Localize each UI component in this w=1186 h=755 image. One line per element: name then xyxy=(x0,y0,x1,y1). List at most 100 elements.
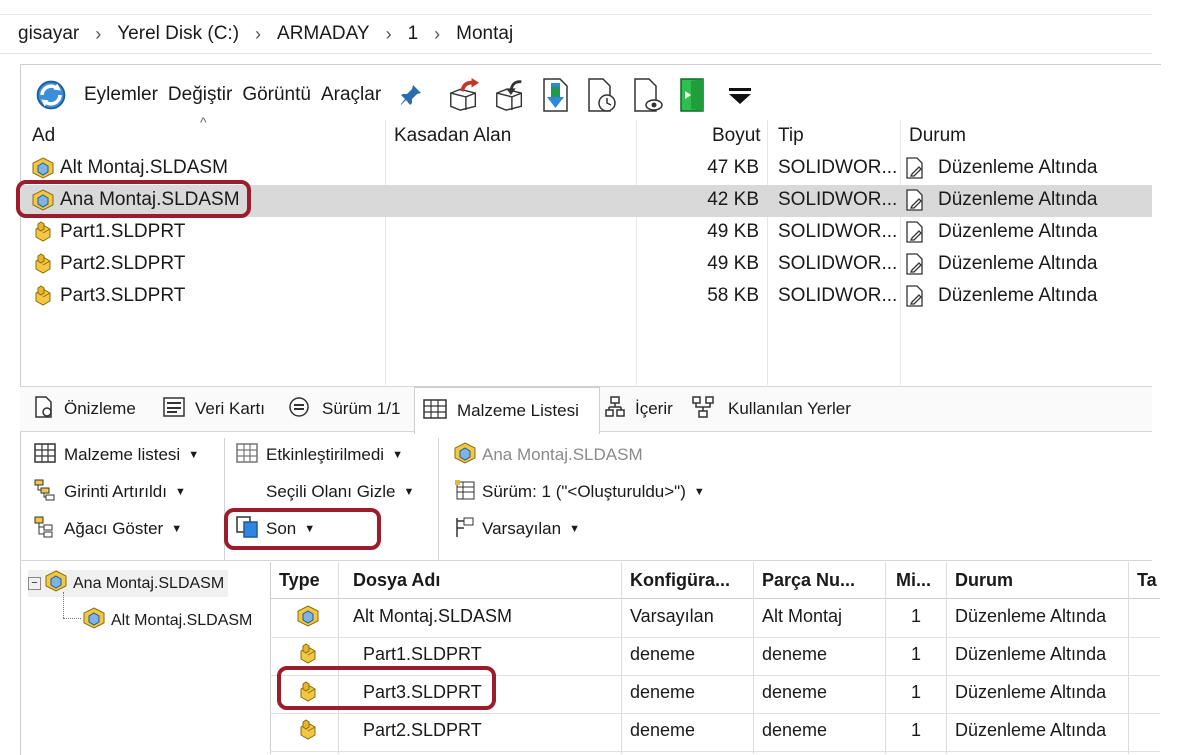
preview-icon[interactable] xyxy=(631,77,665,113)
bom-part-number: deneme xyxy=(762,720,828,740)
part-icon xyxy=(297,719,319,746)
bom-icon xyxy=(423,398,447,425)
caret-down-icon: ▼ xyxy=(693,486,705,498)
file-type: SOLIDWOR... xyxy=(778,253,898,274)
tree-root[interactable]: − Ana Montaj.SLDASM xyxy=(28,570,229,597)
file-row[interactable]: Part2.SLDPRT 49 KB SOLIDWOR... Düzenleme Al… xyxy=(20,249,1152,281)
bom-header-file-name[interactable]: Dosya Adı xyxy=(353,562,613,598)
bom-header-state[interactable]: Durum xyxy=(955,562,1125,598)
bom-header-type[interactable]: Type xyxy=(279,562,339,598)
bom-part-number: Alt Montaj xyxy=(762,606,843,626)
caret-down-icon: ▼ xyxy=(392,449,403,461)
tab-bom[interactable]: Malzeme Listesi xyxy=(414,386,600,434)
menu-view[interactable]: Görüntü xyxy=(242,84,311,106)
tree-root-label: Ana Montaj.SLDASM xyxy=(73,574,225,592)
divider xyxy=(20,560,1152,561)
breadcrumb-item[interactable]: ARMADAY xyxy=(271,23,376,45)
show-tree-dropdown[interactable]: Ağacı Göster ▼ xyxy=(34,516,182,542)
version-dropdown[interactable]: Sürüm: 1 ("<Oluşturuldu>") ▼ xyxy=(454,479,705,505)
tab-bar: Önizleme Veri Kartı Sürüm 1/1 Malzeme Li… xyxy=(20,386,1152,434)
column-header-checked-out-by[interactable]: Kasadan Alan xyxy=(394,125,511,147)
file-type: SOLIDWOR... xyxy=(778,189,898,210)
breadcrumb-item[interactable]: Yerel Disk (C:) xyxy=(111,23,245,45)
bom-header-extra[interactable]: Ta xyxy=(1137,562,1157,598)
configuration-icon xyxy=(454,516,476,543)
indent-dropdown[interactable]: Girinti Artırıldı ▼ xyxy=(34,479,186,505)
check-in-icon[interactable] xyxy=(493,77,527,113)
breadcrumb-item[interactable]: gisayar xyxy=(0,23,85,45)
assembly-icon xyxy=(32,157,54,179)
checked-out-document-icon xyxy=(904,253,926,275)
bom-quantity: 1 xyxy=(911,682,922,702)
bom-row[interactable]: Alt Montaj.SLDASM Varsayılan Alt Montaj 1 Dü… xyxy=(270,599,1160,638)
tab-version[interactable]: Sürüm 1/1 xyxy=(288,387,400,431)
file-name-readout: Ana Montaj.SLDASM xyxy=(454,441,643,468)
file-row[interactable]: Part1.SLDPRT 49 KB SOLIDWOR... Düzenleme Al… xyxy=(20,217,1152,249)
configuration-label: Varsayılan xyxy=(482,519,562,538)
bom-header-configuration[interactable]: Konfigüra... xyxy=(630,562,750,598)
column-header-type[interactable]: Tip xyxy=(778,125,804,147)
tree-child[interactable]: Alt Montaj.SLDASM xyxy=(83,607,252,634)
indent-label: Girinti Artırıldı xyxy=(64,482,167,501)
highlight-box xyxy=(277,666,496,710)
menu-actions[interactable]: Eylemler xyxy=(84,84,158,106)
checked-out-document-icon xyxy=(904,285,926,307)
assembly-icon xyxy=(83,607,105,634)
file-name: Alt Montaj.SLDASM xyxy=(60,157,228,178)
tab-preview[interactable]: Önizleme xyxy=(34,387,136,431)
get-version-icon[interactable] xyxy=(585,77,619,113)
tab-where-used[interactable]: Kullanılan Yerler xyxy=(692,387,851,431)
hide-selected-label: Seçili Olanı Gizle xyxy=(266,482,396,501)
breadcrumb-item[interactable]: Montaj xyxy=(450,23,519,45)
bom-state: Düzenleme Altında xyxy=(955,682,1107,702)
menu-tools[interactable]: Araçlar xyxy=(321,84,381,106)
bom-row[interactable]: Part2.SLDPRT deneme deneme 1 Düzenleme Altın… xyxy=(270,713,1160,752)
caret-down-icon: ▼ xyxy=(171,523,183,535)
checked-out-document-icon xyxy=(904,221,926,243)
exit-icon[interactable] xyxy=(677,77,711,113)
check-out-icon[interactable] xyxy=(447,77,481,113)
collapse-icon[interactable]: − xyxy=(28,577,41,590)
column-header-state[interactable]: Durum xyxy=(909,125,966,147)
where-used-icon xyxy=(692,395,714,423)
bom-file-name: Part2.SLDPRT xyxy=(363,720,482,740)
tree-icon xyxy=(34,516,56,543)
breadcrumb: gisayar › Yerel Disk (C:) › ARMADAY › 1 … xyxy=(0,14,1152,54)
part-icon xyxy=(32,253,54,275)
show-tree-label: Ağacı Göster xyxy=(64,519,164,538)
contains-icon xyxy=(605,395,625,423)
checked-out-document-icon xyxy=(904,157,926,179)
bom-configuration: deneme xyxy=(630,682,696,702)
file-type: SOLIDWOR... xyxy=(778,285,898,306)
refresh-icon[interactable] xyxy=(34,77,68,113)
breadcrumb-item[interactable]: 1 xyxy=(402,23,425,45)
part-icon xyxy=(32,221,54,243)
get-latest-icon[interactable] xyxy=(539,77,573,113)
column-header-name[interactable]: Ad xyxy=(32,125,55,147)
tree-connector xyxy=(63,592,65,618)
menu-modify[interactable]: Değiştir xyxy=(168,84,232,106)
configuration-dropdown[interactable]: Varsayılan ▼ xyxy=(454,516,580,542)
bom-state: Düzenleme Altında xyxy=(955,720,1107,740)
file-row[interactable]: Part3.SLDPRT 58 KB SOLIDWOR... Düzenleme Al… xyxy=(20,281,1152,313)
bom-header-part-number[interactable]: Parça Nu... xyxy=(762,562,880,598)
activation-dropdown[interactable]: Etkinleştirilmedi ▼ xyxy=(236,442,403,468)
column-header-size[interactable]: Boyut xyxy=(712,125,761,147)
tab-label: Önizleme xyxy=(64,399,136,418)
bom-icon xyxy=(34,442,56,468)
chevron-right-icon: › xyxy=(434,23,441,44)
bom-header-quantity[interactable]: Mi... xyxy=(896,562,944,598)
more-icon[interactable] xyxy=(723,77,757,113)
version-list-icon xyxy=(454,479,476,506)
caret-down-icon: ▼ xyxy=(188,449,200,461)
toolbar: Eylemler Değiştir Görüntü Araçlar xyxy=(34,72,769,118)
bom-file-name: Alt Montaj.SLDASM xyxy=(353,606,513,626)
tab-contains[interactable]: İçerir xyxy=(605,387,673,431)
file-size: 42 KB xyxy=(707,189,759,210)
bom-type-dropdown[interactable]: Malzeme listesi ▼ xyxy=(34,442,199,468)
chevron-right-icon: › xyxy=(95,23,102,44)
tab-data-card[interactable]: Veri Kartı xyxy=(163,387,265,431)
hide-selected-dropdown[interactable]: Seçili Olanı Gizle ▼ xyxy=(266,479,414,505)
pin-icon[interactable] xyxy=(399,77,423,113)
bom-type-label: Malzeme listesi xyxy=(64,445,181,464)
